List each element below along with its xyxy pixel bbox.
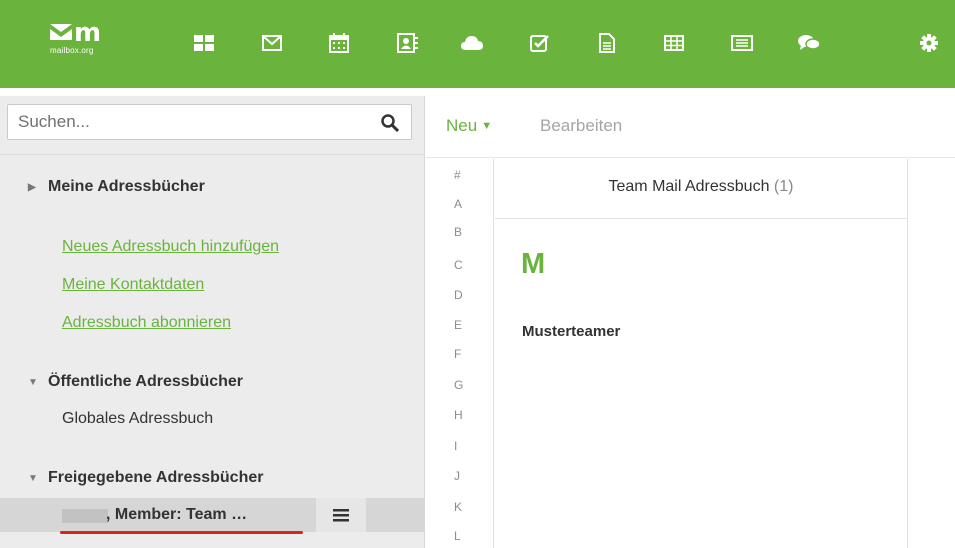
alpha-letter[interactable]: F <box>454 347 461 361</box>
list-header: Team Mail Adressbuch (1) <box>495 159 907 219</box>
alpha-letter[interactable]: G <box>454 378 463 392</box>
global-addressbook-item[interactable]: Globales Adressbuch <box>62 410 213 428</box>
alpha-letter[interactable]: B <box>454 225 462 239</box>
caret-down-icon[interactable]: ▼ <box>28 377 48 388</box>
shared-addressbook-label: , Member: Team … <box>106 506 248 523</box>
alpha-letter[interactable]: I <box>454 439 457 453</box>
edit-button[interactable]: Bearbeiten <box>540 116 622 136</box>
alpha-letter[interactable]: C <box>454 258 463 272</box>
top-app-bar: m mailbox.org <box>0 0 955 88</box>
addressbook-title: Team Mail Adressbuch <box>608 178 770 195</box>
alpha-letter[interactable]: D <box>454 288 463 302</box>
logo-letter: m <box>74 18 101 48</box>
logo-envelope-icon <box>50 24 72 40</box>
new-button-label: Neu <box>446 116 478 135</box>
address-book-icon[interactable] <box>396 32 418 54</box>
toolbar: Neu ▼ Bearbeiten <box>426 96 955 158</box>
chat-icon[interactable] <box>798 32 820 54</box>
alpha-letter[interactable]: A <box>454 197 462 211</box>
alpha-letter[interactable]: J <box>454 469 460 483</box>
alpha-letter[interactable]: L <box>454 529 461 543</box>
cloud-drive-icon[interactable] <box>461 32 483 54</box>
alpha-letter[interactable]: E <box>454 318 462 332</box>
spreadsheet-icon[interactable] <box>663 32 685 54</box>
new-button[interactable]: Neu ▼ <box>446 116 492 136</box>
search-box[interactable] <box>7 104 412 140</box>
group-letter: M <box>521 248 546 280</box>
search-input[interactable] <box>18 105 358 139</box>
portal-grid-icon[interactable] <box>193 32 215 54</box>
section-label: Meine Adressbücher <box>48 178 205 195</box>
tasks-icon[interactable] <box>529 32 551 54</box>
presentation-icon[interactable] <box>731 32 753 54</box>
calendar-icon[interactable] <box>328 32 350 54</box>
highlight-underline <box>60 531 303 534</box>
folder-options-button[interactable] <box>316 498 366 532</box>
add-addressbook-link[interactable]: Neues Adressbuch hinzufügen <box>62 238 279 256</box>
alphabet-index: # A B C D E F G H I J K L <box>426 159 494 548</box>
redacted-name <box>62 509 108 523</box>
section-label: Freigegebene Adressbücher <box>48 469 264 486</box>
contact-count: (1) <box>773 178 794 195</box>
section-label: Öffentliche Adressbücher <box>48 373 244 390</box>
contact-list: Team Mail Adressbuch (1) M Musterteamer <box>495 159 908 548</box>
subscribe-addressbook-link[interactable]: Adressbuch abonnieren <box>62 314 231 332</box>
settings-gear-icon[interactable] <box>918 32 940 54</box>
caret-right-icon[interactable]: ▶ <box>28 182 48 193</box>
contact-item[interactable]: Musterteamer <box>522 323 620 340</box>
dropdown-caret-icon: ▼ <box>481 120 493 132</box>
shared-addressbook-item[interactable]: , Member: Team … <box>0 498 425 532</box>
alpha-letter[interactable]: K <box>454 500 462 514</box>
alpha-letter[interactable]: H <box>454 408 463 422</box>
my-contact-data-link[interactable]: Meine Kontaktdaten <box>62 276 204 294</box>
section-my-addressbooks[interactable]: ▶ Meine Adressbücher <box>28 178 205 196</box>
section-shared-addressbooks[interactable]: ▼ Freigegebene Adressbücher <box>28 469 263 487</box>
caret-down-icon[interactable]: ▼ <box>28 473 48 484</box>
sidebar-divider <box>0 154 425 155</box>
hamburger-icon <box>333 508 349 521</box>
search-icon[interactable] <box>381 114 399 132</box>
sidebar: ▶ Meine Adressbücher Neues Adressbuch hi… <box>0 96 425 548</box>
mailbox-logo[interactable]: m mailbox.org <box>50 18 120 68</box>
mail-icon[interactable] <box>261 32 283 54</box>
logo-mark: m <box>50 18 120 48</box>
document-icon[interactable] <box>596 32 618 54</box>
logo-text: mailbox.org <box>50 46 94 55</box>
alpha-letter[interactable]: # <box>454 168 461 182</box>
section-public-addressbooks[interactable]: ▼ Öffentliche Adressbücher <box>28 373 243 391</box>
